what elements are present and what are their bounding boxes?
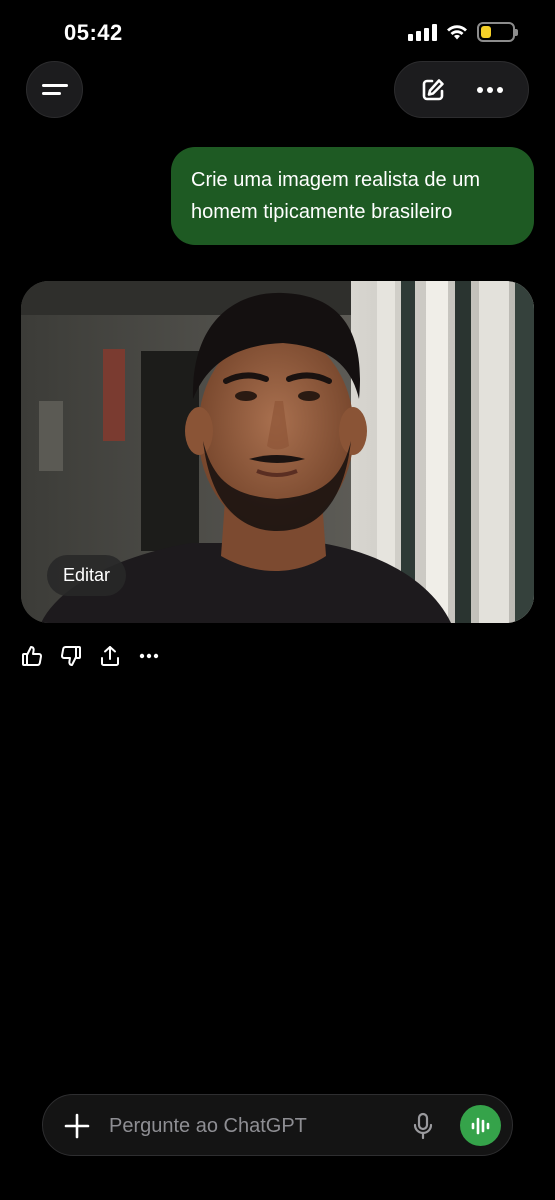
voice-mode-button[interactable]: [460, 1105, 501, 1146]
more-actions-button[interactable]: [138, 643, 160, 669]
header-actions: [394, 61, 529, 118]
message-input[interactable]: [109, 1109, 389, 1143]
battery-icon: [477, 22, 518, 42]
share-icon: [101, 646, 119, 666]
more-icon: [139, 653, 159, 659]
composer: [42, 1094, 513, 1156]
edit-image-button[interactable]: Editar: [47, 555, 127, 596]
more-icon: [476, 86, 503, 93]
user-message-bubble[interactable]: Crie uma imagem realista de um homem tip…: [171, 147, 534, 245]
sidebar-menu-button[interactable]: [26, 61, 83, 118]
signal-icon: [408, 23, 437, 41]
plus-icon[interactable]: [63, 1112, 91, 1140]
voice-waveform-icon: [471, 1117, 489, 1134]
hamburger-icon: [41, 79, 68, 100]
message-actions: [21, 643, 160, 669]
edit-icon: [422, 78, 445, 100]
wifi-icon: [447, 25, 467, 40]
more-options-button[interactable]: [470, 70, 510, 110]
thumbs-up-icon: [22, 646, 42, 666]
new-chat-button[interactable]: [413, 70, 453, 110]
status-icons: [408, 22, 518, 42]
share-button[interactable]: [99, 643, 121, 669]
thumbs-down-button[interactable]: [60, 643, 82, 669]
thumbs-up-button[interactable]: [21, 643, 43, 669]
status-time: 05:42: [64, 20, 123, 45]
microphone-icon[interactable]: [411, 1112, 435, 1140]
thumbs-down-icon: [61, 646, 81, 666]
